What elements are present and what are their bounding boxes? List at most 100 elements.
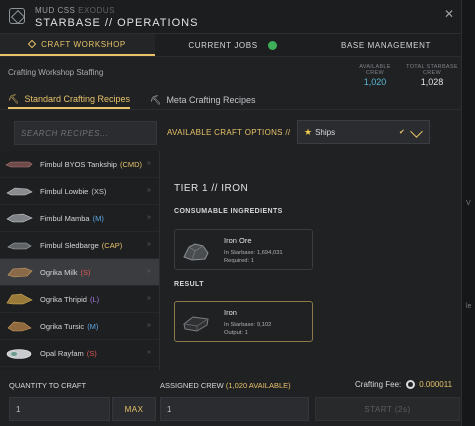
recipe-size: (CMD) <box>119 160 143 169</box>
recipe-name: Fimbul Mamba (M) <box>40 214 104 223</box>
subtab-label: Standard Crafting Recipes <box>24 94 130 104</box>
recipe-size: (M) <box>92 214 104 223</box>
chevron-right-icon: » <box>147 160 151 167</box>
tab-label: CRAFT WORKSHOP <box>41 39 126 49</box>
recipe-item[interactable]: Opal Rayfam (S) » <box>0 340 159 367</box>
chevron-right-icon: » <box>147 349 151 356</box>
total-crew: TOTAL STARBASE CREW 1,028 <box>402 64 461 87</box>
chevron-down-icon <box>410 125 423 138</box>
result-heading: RESULT <box>174 281 204 288</box>
recipe-item[interactable]: Fimbul Mamba (M) » <box>0 205 159 232</box>
assigned-crew-available: (1,020 AVAILABLE) <box>225 381 291 390</box>
hammer-icon: ⛏ <box>150 94 162 105</box>
chevron-right-icon: » <box>147 268 151 275</box>
chevron-right-icon: » <box>147 295 151 302</box>
max-button[interactable]: MAX <box>112 397 156 421</box>
search-input[interactable]: SEARCH RECIPES... <box>14 121 157 145</box>
start-button[interactable]: START (2s) <box>315 397 460 421</box>
recipe-label: Fimbul Lowbie <box>40 187 89 196</box>
ship-icon <box>6 187 33 196</box>
select-value: Ships <box>315 127 336 137</box>
recipe-item[interactable]: Ogrika Tursic (M) » <box>0 313 159 340</box>
recipe-item[interactable]: Fimbul Lowbie (XS) » <box>0 178 159 205</box>
recipe-item[interactable]: Ogrika Thripid (L) » <box>0 286 159 313</box>
recipe-label: Ogrika Milk <box>40 268 78 277</box>
staffing-label: Crafting Workshop Staffing <box>8 68 104 77</box>
subtitle-main: MUD CSS <box>35 6 76 15</box>
ingredient-card[interactable]: Iron Ore In Starbase: 1,694,031 Required… <box>174 229 313 270</box>
craft-options-select[interactable]: ★ Ships ✔ <box>297 120 430 144</box>
ship-icon <box>7 242 32 250</box>
recipe-label: Fimbul BYOS Tankship <box>40 160 117 169</box>
recipe-label: Fimbul Mamba <box>40 214 90 223</box>
tab-label: BASE MANAGEMENT <box>341 40 431 50</box>
crafting-fee: Crafting Fee: 0.000011 <box>355 380 452 389</box>
craft-options-label: AVAILABLE CRAFT OPTIONS // <box>167 128 291 137</box>
tier-title: TIER 1 // IRON <box>174 183 249 194</box>
background-text: V <box>466 200 471 207</box>
result-name: Iron <box>224 308 237 317</box>
ingredient-required: Required: 1 <box>224 258 254 264</box>
recipe-name: Fimbul BYOS Tankship (CMD) <box>40 160 142 169</box>
recipe-name: Ogrika Milk (S) <box>40 268 91 277</box>
available-crew: AVAILABLE CREW 1,020 <box>350 64 400 87</box>
recipe-name: Fimbul Lowbie (XS) <box>40 187 106 196</box>
panel-subtitle: MUD CSS EXODUS <box>35 6 115 15</box>
recipe-name: Ogrika Thripid (L) <box>40 295 99 304</box>
fee-amount: 0.000011 <box>419 380 453 389</box>
main-tabs: CRAFT WORKSHOP CURRENT JOBS BASE MANAGEM… <box>0 34 461 57</box>
ship-icon <box>6 293 33 305</box>
result-card[interactable]: Iron In Starbase: 9,102 Output: 1 <box>174 301 313 342</box>
star-icon: ★ <box>304 126 313 137</box>
chevron-right-icon: » <box>147 214 151 221</box>
ingredient-stock: In Starbase: 1,694,031 <box>224 250 283 256</box>
background-window: V le <box>462 0 475 426</box>
recipe-size: (S) <box>86 349 97 358</box>
page-title: STARBASE // OPERATIONS <box>35 17 199 29</box>
tab-label: CURRENT JOBS <box>188 40 258 50</box>
recipe-item[interactable]: Fimbul Sledbarge (CAP) » <box>0 232 159 259</box>
ship-icon <box>7 267 33 278</box>
recipe-name: Opal Rayfam (S) <box>40 349 97 358</box>
recipe-label: Ogrika Tursic <box>40 322 85 331</box>
quantity-label: QUANTITY TO CRAFT <box>9 381 87 390</box>
panel-header: MUD CSS EXODUS STARBASE // OPERATIONS ✕ <box>0 0 461 34</box>
tab-base-management[interactable]: BASE MANAGEMENT <box>310 34 461 56</box>
diamond-icon <box>27 39 37 49</box>
hammer-icon: ⛏ <box>8 93 20 104</box>
recipe-name: Fimbul Sledbarge (CAP) <box>40 241 122 250</box>
iron-ingot-icon <box>183 316 209 332</box>
chevron-right-icon: » <box>147 187 151 194</box>
subtab-label: Meta Crafting Recipes <box>166 95 256 105</box>
token-icon <box>406 380 416 389</box>
ship-icon <box>7 321 32 332</box>
close-icon[interactable]: ✕ <box>444 7 454 21</box>
recipe-item[interactable]: Ogrika Milk (S) » <box>0 259 159 286</box>
recipe-item[interactable]: Fimbul BYOS Tankship (CMD) » <box>0 151 159 178</box>
recipe-size: (M) <box>87 322 99 331</box>
status-dot-icon <box>267 40 277 50</box>
total-crew-caption: TOTAL STARBASE CREW <box>406 64 458 76</box>
assigned-crew-input[interactable]: 1 <box>160 397 309 421</box>
recipe-label: Opal Rayfam <box>40 349 84 358</box>
recipe-size: (S) <box>80 268 91 277</box>
recipe-size: (L) <box>89 295 100 304</box>
ingredients-heading: CONSUMABLE INGREDIENTS <box>174 208 283 215</box>
tab-craft-workshop[interactable]: CRAFT WORKSHOP <box>0 34 155 56</box>
ship-icon <box>6 349 32 359</box>
assigned-crew-label: ASSIGNED CREW (1,020 AVAILABLE) <box>160 381 291 390</box>
tab-current-jobs[interactable]: CURRENT JOBS <box>155 34 310 56</box>
tab-standard-recipes[interactable]: ⛏ Standard Crafting Recipes <box>8 91 130 109</box>
fee-label: Crafting Fee: <box>355 380 402 389</box>
quantity-input[interactable]: 1 <box>9 397 110 421</box>
iron-ore-icon <box>183 243 209 261</box>
starbase-logo-icon <box>9 8 25 24</box>
tab-meta-recipes[interactable]: ⛏ Meta Crafting Recipes <box>150 91 255 109</box>
recipe-size: (CAP) <box>101 241 123 250</box>
recipe-name: Ogrika Tursic (M) <box>40 322 98 331</box>
recipe-size: (XS) <box>91 187 107 196</box>
recipe-subtabs: ⛏ Standard Crafting Recipes ⛏ Meta Craft… <box>0 86 461 110</box>
result-output: Output: 1 <box>224 330 248 336</box>
subtitle-accent: EXODUS <box>78 6 115 15</box>
recipe-label: Ogrika Thripid <box>40 295 87 304</box>
